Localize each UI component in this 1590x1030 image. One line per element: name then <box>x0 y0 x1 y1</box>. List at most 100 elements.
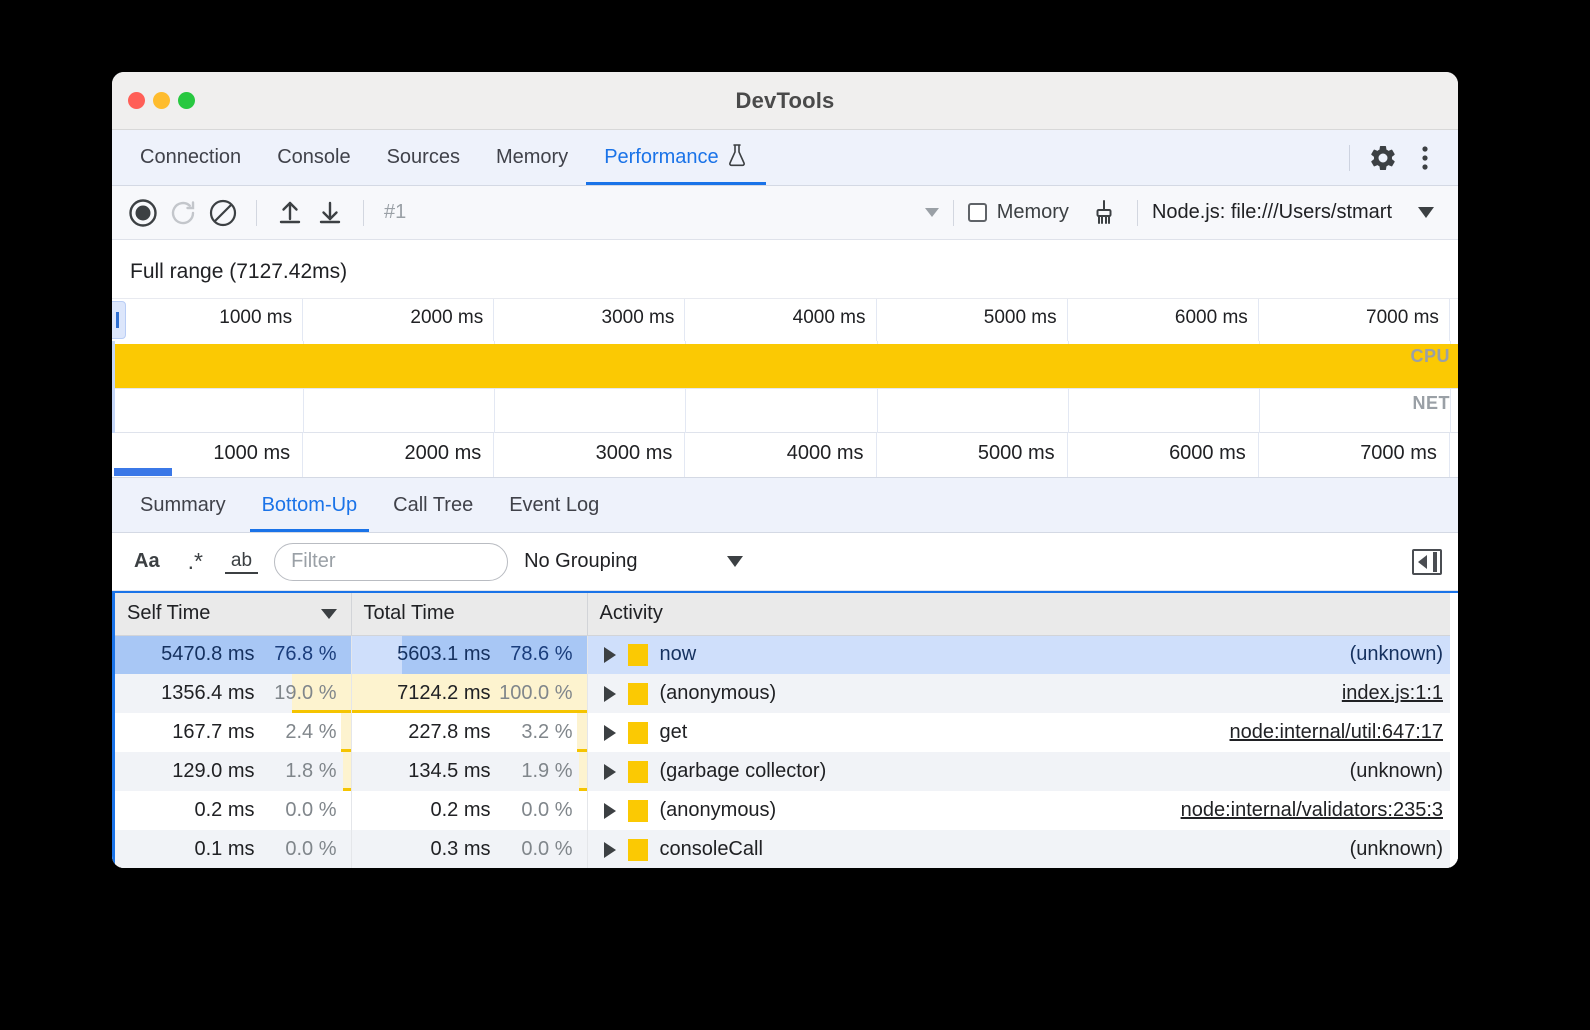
record-button[interactable] <box>124 194 162 232</box>
overview-ruler-top: 1000 ms 2000 ms 3000 ms 4000 ms 5000 ms … <box>112 299 1458 341</box>
expand-triangle-icon[interactable] <box>604 842 616 858</box>
cell-activity: consoleCall (unknown) <box>587 830 1458 868</box>
cell-self-time: 5470.8 ms 76.8 % <box>115 635 351 674</box>
total-time-percent: 0.0 % <box>491 799 573 822</box>
total-time-value: 0.3 ms <box>430 838 490 861</box>
table-row[interactable]: 0.1 ms 0.0 % 0.3 ms 0.0 % <box>115 830 1458 868</box>
filter-input[interactable] <box>274 543 508 581</box>
category-color-swatch <box>628 761 648 783</box>
cell-activity: (garbage collector) (unknown) <box>587 752 1458 791</box>
overview-pane[interactable]: 1000 ms 2000 ms 3000 ms 4000 ms 5000 ms … <box>112 298 1458 433</box>
chevron-down-icon[interactable] <box>925 208 939 217</box>
memory-checkbox[interactable]: Memory <box>968 201 1069 224</box>
tab-console[interactable]: Console <box>259 130 368 185</box>
overview-range-handle-left[interactable] <box>112 301 126 339</box>
column-header-activity[interactable]: Activity <box>587 593 1458 635</box>
activity-name: consoleCall <box>660 838 763 861</box>
toolbar-divider <box>1137 200 1138 226</box>
self-time-percent: 1.8 % <box>255 760 337 783</box>
expand-triangle-icon[interactable] <box>604 803 616 819</box>
activity-source-link: (unknown) <box>1350 760 1443 783</box>
toolbar-divider <box>953 200 954 226</box>
tab-sources[interactable]: Sources <box>369 130 478 185</box>
cell-self-time: 129.0 ms 1.8 % <box>115 752 351 791</box>
full-range-label: Full range (7127.42ms) <box>112 240 1458 298</box>
expand-triangle-icon[interactable] <box>604 686 616 702</box>
self-time-percent: 0.0 % <box>255 799 337 822</box>
activity-source-link[interactable]: index.js:1:1 <box>1342 682 1443 705</box>
expand-triangle-icon[interactable] <box>604 725 616 741</box>
cell-activity: (anonymous) index.js:1:1 <box>587 674 1458 713</box>
table-row[interactable]: 129.0 ms 1.8 % 134.5 ms 1.9 % <box>115 752 1458 791</box>
tab-connection[interactable]: Connection <box>122 130 259 185</box>
ruler-tick-label: 4000 ms <box>787 442 864 465</box>
kebab-menu-icon[interactable] <box>1406 139 1444 177</box>
tab-event-log-label: Event Log <box>509 494 599 517</box>
table-row[interactable]: 167.7 ms 2.4 % 227.8 ms 3.2 % <box>115 713 1458 752</box>
net-lane-label: NET <box>1413 393 1451 414</box>
tab-performance-label: Performance <box>604 146 719 169</box>
bottom-up-table: Self Time Total Time Activity <box>112 591 1458 868</box>
self-time-value: 0.2 ms <box>194 799 254 822</box>
total-time-percent: 3.2 % <box>491 721 573 744</box>
tab-bottom-up[interactable]: Bottom-Up <box>244 478 376 532</box>
cell-activity: get node:internal/util:647:17 <box>587 713 1458 752</box>
window-title: DevTools <box>112 88 1458 114</box>
ruler-tick-label: 3000 ms <box>596 442 673 465</box>
overview-tick-label: 3000 ms <box>602 307 675 329</box>
match-case-icon[interactable]: Aa <box>128 548 166 575</box>
cell-total-time: 7124.2 ms 100.0 % <box>351 674 587 713</box>
cell-total-time: 0.2 ms 0.0 % <box>351 791 587 830</box>
collect-garbage-icon[interactable] <box>1085 194 1123 232</box>
tab-call-tree-label: Call Tree <box>393 494 473 517</box>
tab-call-tree[interactable]: Call Tree <box>375 478 491 532</box>
overview-lanes: CPU NET <box>112 341 1458 433</box>
table-header-row: Self Time Total Time Activity <box>115 593 1458 635</box>
profile-number: #1 <box>384 201 406 224</box>
self-time-value: 5470.8 ms <box>161 643 254 666</box>
total-time-value: 0.2 ms <box>430 799 490 822</box>
memory-checkbox-box[interactable] <box>968 203 987 222</box>
cell-self-time: 0.1 ms 0.0 % <box>115 830 351 868</box>
tab-summary[interactable]: Summary <box>122 478 244 532</box>
target-selector-label[interactable]: Node.js: file:///Users/stmart <box>1152 201 1392 224</box>
grouping-select[interactable]: No Grouping <box>524 550 743 573</box>
activity-name: get <box>660 721 688 744</box>
save-profile-button[interactable] <box>311 194 349 232</box>
load-profile-button[interactable] <box>271 194 309 232</box>
tab-event-log[interactable]: Event Log <box>491 478 617 532</box>
activity-source-link: (unknown) <box>1350 838 1443 861</box>
regex-icon[interactable]: .* <box>182 546 209 577</box>
tab-performance[interactable]: Performance <box>586 130 766 185</box>
overview-tick-label: 7000 ms <box>1366 307 1439 329</box>
column-header-self-time[interactable]: Self Time <box>115 593 351 635</box>
whole-word-icon[interactable]: ab <box>225 549 258 575</box>
gear-icon[interactable] <box>1364 139 1402 177</box>
activity-source-link[interactable]: node:internal/util:647:17 <box>1230 721 1444 744</box>
table-row[interactable]: 5470.8 ms 76.8 % 5603.1 ms 78.6 % <box>115 635 1458 674</box>
reload-and-record-button[interactable] <box>164 194 202 232</box>
grouping-select-label: No Grouping <box>524 550 637 573</box>
self-time-value: 0.1 ms <box>194 838 254 861</box>
table-row[interactable]: 1356.4 ms 19.0 % 7124.2 ms 100.0 % <box>115 674 1458 713</box>
table-row[interactable]: 0.2 ms 0.0 % 0.2 ms 0.0 % <box>115 791 1458 830</box>
expand-triangle-icon[interactable] <box>604 647 616 663</box>
target-chevron-down-icon[interactable] <box>1418 207 1434 218</box>
table-scrollbar[interactable] <box>1450 593 1458 868</box>
expand-triangle-icon[interactable] <box>604 764 616 780</box>
timeline-ruler-bottom: 1000 ms 2000 ms 3000 ms 4000 ms 5000 ms … <box>112 433 1458 477</box>
overview-tick-label: 1000 ms <box>219 307 292 329</box>
show-sidebar-icon[interactable] <box>1412 549 1442 575</box>
activity-source-link[interactable]: node:internal/validators:235:3 <box>1181 799 1443 822</box>
tab-connection-label: Connection <box>140 146 241 169</box>
clear-button[interactable] <box>204 194 242 232</box>
tab-summary-label: Summary <box>140 494 226 517</box>
cell-total-time: 134.5 ms 1.9 % <box>351 752 587 791</box>
category-color-swatch <box>628 722 648 744</box>
self-time-value: 1356.4 ms <box>161 682 254 705</box>
column-header-total-time[interactable]: Total Time <box>351 593 587 635</box>
cell-total-time: 227.8 ms 3.2 % <box>351 713 587 752</box>
timeline-selection-indicator <box>114 468 172 476</box>
tab-memory[interactable]: Memory <box>478 130 586 185</box>
activity-name: (garbage collector) <box>660 760 827 783</box>
